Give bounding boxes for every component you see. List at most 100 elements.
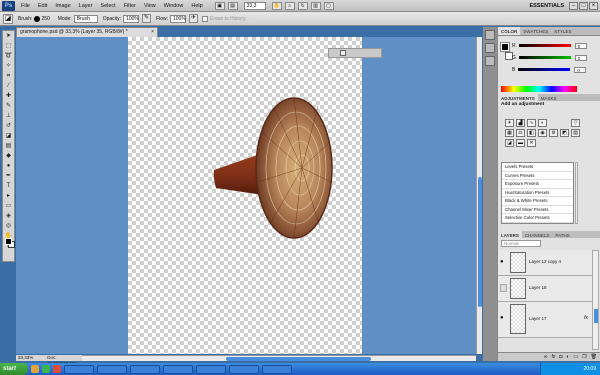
menu-window[interactable]: Window <box>164 3 184 9</box>
invert-icon[interactable]: ◩ <box>560 129 569 137</box>
hue-saturation-icon[interactable]: ▦ <box>505 129 514 137</box>
document-tab[interactable]: gramophone.psd @ 33,3% (Layer 35, RGB/8#… <box>16 27 158 37</box>
list-item[interactable]: Curves Presets <box>502 172 573 180</box>
floating-mini-palette[interactable] <box>328 48 382 58</box>
crop-tool-icon[interactable]: ⌗ <box>3 72 14 81</box>
gradient-map-icon[interactable]: ▬ <box>516 139 525 147</box>
trash-icon[interactable]: 🗑 <box>591 354 597 360</box>
type-tool-icon[interactable]: T <box>3 182 14 191</box>
brush-tool-icon[interactable]: ✎ <box>3 102 14 111</box>
mask-icon[interactable]: ◘ <box>559 354 562 360</box>
new-layer-icon[interactable]: ❐ <box>582 354 586 360</box>
menu-image[interactable]: Image <box>55 3 70 9</box>
close-button[interactable]: × <box>589 1 598 10</box>
brightness-contrast-icon[interactable]: ☀ <box>505 119 514 127</box>
layers-scroll-thumb[interactable] <box>594 309 598 323</box>
marquee-tool-icon[interactable]: ⬚ <box>3 42 14 51</box>
info-panel-icon[interactable] <box>485 43 495 53</box>
link-icon[interactable]: ∞ <box>544 354 548 360</box>
red-value-field[interactable]: 0 <box>574 42 587 49</box>
clone-stamp-tool-icon[interactable]: ⊥ <box>3 112 14 121</box>
layer-fx-icon[interactable]: fx <box>584 315 588 321</box>
maximize-button[interactable]: □ <box>579 1 588 10</box>
close-document-icon[interactable]: × <box>151 28 154 37</box>
history-panel-icon[interactable] <box>485 30 495 40</box>
status-zoom[interactable]: 33,33% <box>18 355 33 361</box>
panel-foreground-swatch[interactable] <box>500 42 510 52</box>
dodge-tool-icon[interactable]: ● <box>3 162 14 171</box>
color-balance-icon[interactable]: ⚖ <box>516 129 525 137</box>
taskbar-app[interactable] <box>229 364 259 374</box>
flow-field[interactable]: 100% <box>170 14 186 23</box>
eyedropper-tool-icon[interactable]: ⁄ <box>3 82 14 91</box>
layer-name[interactable]: Layer 17 <box>529 316 547 321</box>
taskbar-app[interactable] <box>262 364 292 374</box>
screen-mode-icon[interactable]: ▢ <box>323 1 334 10</box>
tab-styles[interactable]: STYLES <box>551 27 574 35</box>
menu-file[interactable]: File <box>21 3 30 9</box>
vibrance-icon[interactable]: ▽ <box>571 119 580 127</box>
hand-tool-icon[interactable]: ✋ <box>271 1 282 10</box>
taskbar-app[interactable] <box>130 364 160 374</box>
menu-help[interactable]: Help <box>191 3 202 9</box>
menu-view[interactable]: View <box>144 3 156 9</box>
tab-color[interactable]: COLOR <box>498 27 521 35</box>
list-item[interactable]: Exposure Presets <box>502 180 573 189</box>
quick-select-tool-icon[interactable]: ✧ <box>3 62 14 71</box>
posterize-icon[interactable]: ▨ <box>571 129 580 137</box>
eraser-tool-preset-icon[interactable]: ◪ <box>3 13 13 24</box>
green-value-field[interactable]: 0 <box>574 54 587 61</box>
list-item[interactable]: Hue/Saturation Presets <box>502 189 573 197</box>
eraser-tool-icon[interactable]: ◪ <box>3 132 14 141</box>
presets-scrollbar[interactable] <box>575 162 578 224</box>
brush-preview-icon[interactable] <box>34 15 41 22</box>
shape-tool-icon[interactable]: ▭ <box>3 202 14 211</box>
list-item[interactable]: Black & White Presets <box>502 197 573 206</box>
visibility-eye-icon[interactable]: ● <box>500 314 507 322</box>
workspace-switcher[interactable]: ESSENTIALS <box>529 3 564 9</box>
3d-rotate-tool-icon[interactable]: ◈ <box>3 212 14 221</box>
exposure-icon[interactable]: ◐ <box>538 119 547 127</box>
minimize-button[interactable]: – <box>569 1 578 10</box>
zoom-level-field[interactable]: 33,3 <box>243 1 266 10</box>
curves-icon[interactable]: ∿ <box>527 119 536 127</box>
taskbar-app[interactable] <box>196 364 226 374</box>
pen-tool-icon[interactable]: ✒ <box>3 172 14 181</box>
fx-icon[interactable]: fx <box>551 354 555 360</box>
channel-mixer-icon[interactable]: ⚙ <box>549 129 558 137</box>
brush-panel-icon[interactable] <box>485 56 495 66</box>
airbrush-icon[interactable]: ✈ <box>189 14 198 23</box>
list-item[interactable]: Channel Mixer Presets <box>502 206 573 214</box>
path-selection-tool-icon[interactable]: ▸ <box>3 192 14 201</box>
quicklaunch-icon[interactable] <box>31 365 39 373</box>
taskbar-app[interactable] <box>97 364 127 374</box>
zoom-tool-icon[interactable]: ⌕ <box>284 1 295 10</box>
list-item[interactable]: Levels Presets <box>502 163 573 172</box>
move-tool-icon[interactable]: ➤ <box>3 32 14 41</box>
visibility-eye-icon[interactable]: ● <box>500 258 507 266</box>
layer-row[interactable]: ● Layer 17 fx <box>498 302 592 338</box>
taskbar-app[interactable] <box>64 364 94 374</box>
blue-slider[interactable] <box>518 68 571 71</box>
layer-name[interactable]: Layer 18 <box>529 285 547 290</box>
foreground-color-swatch[interactable] <box>5 238 12 245</box>
3d-orbit-tool-icon[interactable]: ◎ <box>3 222 14 231</box>
menu-select[interactable]: Select <box>100 3 115 9</box>
arrange-documents-icon[interactable]: ▥ <box>310 1 321 10</box>
bridge-icon[interactable]: ▣ <box>214 1 225 10</box>
taskbar-app[interactable] <box>163 364 193 374</box>
layer-row[interactable]: ● Layer 12 copy 4 <box>498 250 592 276</box>
photo-filter-icon[interactable]: ◉ <box>538 129 547 137</box>
list-item[interactable]: Selective Color Presets <box>502 214 573 223</box>
mini-bridge-icon[interactable]: ▤ <box>227 1 238 10</box>
gradient-tool-icon[interactable]: ▤ <box>3 142 14 151</box>
quicklaunch-icon[interactable] <box>42 365 50 373</box>
threshold-icon[interactable]: ◪ <box>505 139 514 147</box>
history-brush-tool-icon[interactable]: ↺ <box>3 122 14 131</box>
menu-filter[interactable]: Filter <box>124 3 136 9</box>
adjustment-icon[interactable]: ◐ <box>566 354 569 360</box>
palette-icon[interactable] <box>340 50 346 56</box>
menu-layer[interactable]: Layer <box>79 3 93 9</box>
tab-swatches[interactable]: SWATCHES <box>520 27 551 35</box>
selective-color-icon[interactable]: ✕ <box>527 139 536 147</box>
